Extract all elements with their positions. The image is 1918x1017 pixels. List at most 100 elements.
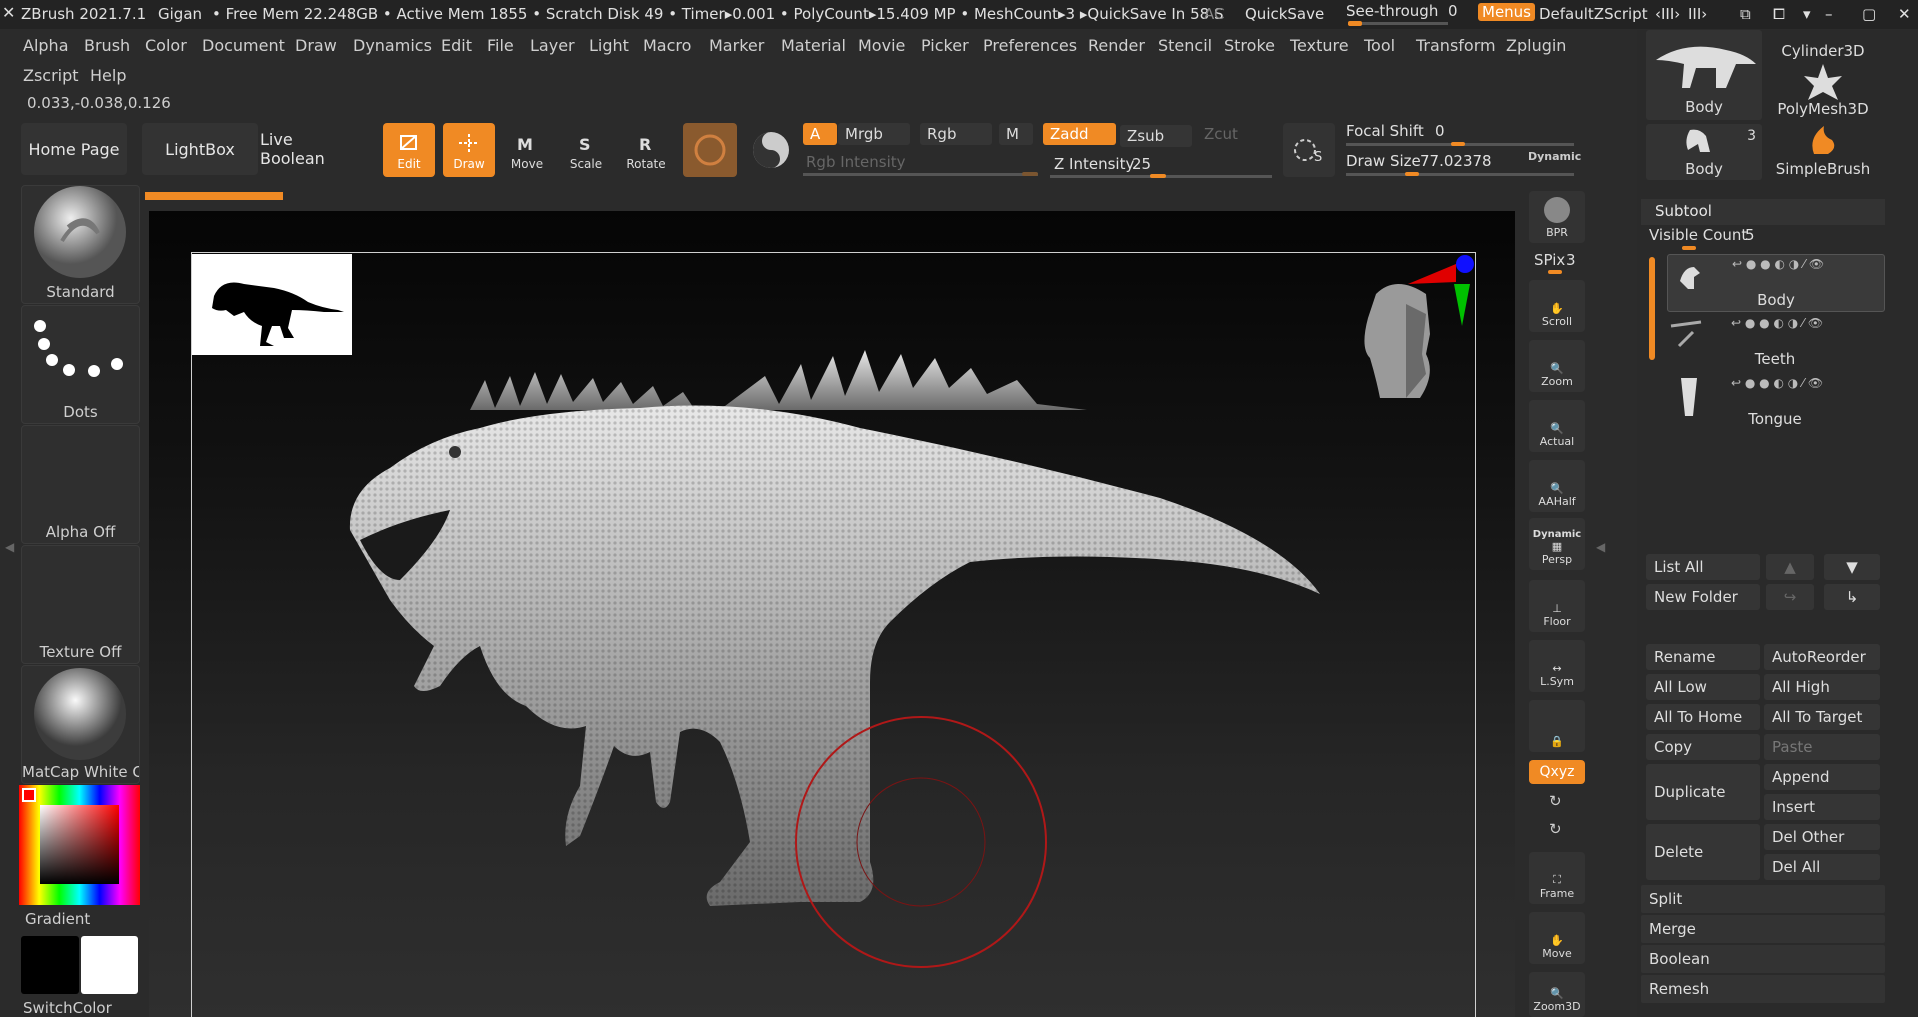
rgb-intensity-handle[interactable]	[1022, 172, 1038, 176]
append-button[interactable]: Append	[1764, 764, 1880, 790]
quicksave-button[interactable]: QuickSave	[1245, 5, 1324, 23]
stroke-thumbnail[interactable]: Dots	[21, 305, 140, 424]
persp-button[interactable]: Dynamic ▦ Persp	[1529, 518, 1585, 570]
insert-button[interactable]: Insert	[1764, 794, 1880, 820]
menu-file[interactable]: File	[487, 36, 514, 55]
menu-zscript[interactable]: Zscript	[23, 66, 79, 85]
paste-button[interactable]: Paste	[1764, 734, 1880, 760]
folder-down-icon[interactable]: ↳	[1824, 584, 1880, 610]
menu-marker[interactable]: Marker	[709, 36, 764, 55]
layout-left-icon[interactable]: ‹III›	[1655, 5, 1680, 23]
menu-transform[interactable]: Transform	[1416, 36, 1496, 55]
spix-label[interactable]: SPix	[1534, 251, 1565, 269]
draw-size-label[interactable]: Draw Size	[1346, 152, 1421, 170]
edit-mode-button[interactable]: Edit	[383, 123, 435, 177]
rgb-intensity-label[interactable]: Rgb Intensity	[806, 153, 906, 171]
list-all-button[interactable]: List All	[1646, 554, 1760, 580]
menu-color[interactable]: Color	[145, 36, 187, 55]
tool-thumb-cylinder3d[interactable]: Cylinder3D	[1764, 30, 1882, 60]
all-high-button[interactable]: All High	[1764, 674, 1880, 700]
frame-button[interactable]: ⛶ Frame	[1529, 852, 1585, 904]
material-thumbnail[interactable]: MatCap White C	[21, 665, 140, 784]
bpr-button[interactable]: BPR	[1529, 191, 1585, 243]
menu-stroke[interactable]: Stroke	[1224, 36, 1275, 55]
rotate-mode-button[interactable]: R Rotate	[620, 123, 672, 177]
draw-size-handle[interactable]	[1405, 172, 1419, 176]
a-toggle[interactable]: A	[803, 123, 837, 145]
dropdown-icon[interactable]: ▾	[1803, 5, 1811, 23]
remesh-section[interactable]: Remesh	[1641, 975, 1885, 1003]
scale-mode-button[interactable]: S Scale	[560, 123, 612, 177]
subtool-item-tongue[interactable]: ↩ ● ● ◐ ◑ ⁄ 👁 Tongue	[1667, 374, 1883, 430]
focal-shift-label[interactable]: Focal Shift	[1346, 122, 1424, 140]
menu-macro[interactable]: Macro	[643, 36, 691, 55]
menus-button[interactable]: Menus	[1478, 3, 1535, 21]
rotate-y-icon[interactable]: ↻	[1549, 792, 1562, 810]
menu-dynamics[interactable]: Dynamics	[353, 36, 432, 55]
focal-shift-handle[interactable]	[1451, 142, 1465, 146]
new-folder-button[interactable]: New Folder	[1646, 584, 1760, 610]
folder-up-icon[interactable]: ↪	[1766, 584, 1814, 610]
all-to-target-button[interactable]: All To Target	[1764, 704, 1880, 730]
spix-slider[interactable]	[1548, 270, 1562, 274]
switchcolor-label[interactable]: SwitchColor	[23, 999, 112, 1017]
minimize-icon[interactable]: –	[1825, 5, 1833, 23]
lazy-mouse-button[interactable]: S	[1283, 123, 1335, 177]
subtool-scrollbar[interactable]	[1649, 257, 1655, 360]
menu-zplugin[interactable]: Zplugin	[1506, 36, 1566, 55]
zadd-toggle[interactable]: Zadd	[1043, 123, 1116, 145]
all-to-home-button[interactable]: All To Home	[1646, 704, 1760, 730]
menu-stencil[interactable]: Stencil	[1158, 36, 1212, 55]
menu-tool[interactable]: Tool	[1364, 36, 1395, 55]
move-mode-button[interactable]: M Move	[501, 123, 553, 177]
split-section[interactable]: Split	[1641, 885, 1885, 913]
xyz-rotate-button[interactable]: Qxyz	[1529, 760, 1585, 784]
lsym-button[interactable]: ↔ L.Sym	[1529, 640, 1585, 692]
see-through-label[interactable]: See-through	[1346, 2, 1438, 20]
material-swatch-button[interactable]	[683, 123, 737, 177]
duplicate-button[interactable]: Duplicate	[1646, 764, 1760, 820]
subtool-header[interactable]: Subtool	[1641, 199, 1885, 225]
window-cascade-icon[interactable]: ⧠	[1773, 5, 1785, 23]
brush-thumbnail[interactable]: Standard	[21, 185, 140, 304]
draw-size-slider[interactable]	[1346, 173, 1574, 176]
home-page-button[interactable]: Home Page	[21, 123, 127, 175]
menu-preferences[interactable]: Preferences	[983, 36, 1077, 55]
window-icon[interactable]: ⧉	[1740, 5, 1751, 23]
collapse-left-icon[interactable]: ◀	[5, 540, 14, 554]
menu-edit[interactable]: Edit	[441, 36, 472, 55]
tool-thumb-polymesh3d[interactable]: PolyMesh3D	[1764, 62, 1882, 120]
layout-right-icon[interactable]: III›	[1688, 5, 1707, 23]
zoom-button[interactable]: 🔍 Zoom	[1529, 340, 1585, 392]
tool-thumb-body-3[interactable]: 3 Body	[1646, 124, 1762, 180]
aahalf-button[interactable]: 🔍 AAHalf	[1529, 460, 1585, 512]
alpha-thumbnail[interactable]: Alpha Off	[21, 425, 140, 544]
menu-movie[interactable]: Movie	[858, 36, 905, 55]
boolean-section[interactable]: Boolean	[1641, 945, 1885, 973]
menu-help[interactable]: Help	[90, 66, 126, 85]
visibility-controls-icon[interactable]: ↩ ● ● ◐ ◑ ⁄ 👁	[1731, 316, 1823, 330]
menu-alpha[interactable]: Alpha	[23, 36, 69, 55]
primary-color-swatch[interactable]	[21, 936, 79, 994]
secondary-color-swatch[interactable]	[81, 936, 138, 994]
menu-light[interactable]: Light	[589, 36, 629, 55]
menu-texture[interactable]: Texture	[1290, 36, 1349, 55]
rotate-z-icon[interactable]: ↻	[1549, 820, 1562, 838]
color-swatch-button[interactable]	[745, 123, 797, 177]
actual-button[interactable]: 🔍 Actual	[1529, 400, 1585, 452]
menu-render[interactable]: Render	[1088, 36, 1145, 55]
zoom3d-button[interactable]: 🔍 Zoom3D	[1529, 972, 1585, 1017]
menu-brush[interactable]: Brush	[84, 36, 130, 55]
rgb-intensity-slider[interactable]	[803, 173, 1038, 176]
rgb-toggle[interactable]: Rgb	[920, 123, 992, 145]
live-boolean-button[interactable]: Live Boolean	[260, 123, 360, 175]
visible-count-slider[interactable]	[1682, 246, 1696, 250]
move-view-button[interactable]: ✋ Move	[1529, 912, 1585, 964]
visibility-controls-icon[interactable]: ↩ ● ● ◐ ◑ ⁄ 👁	[1731, 376, 1823, 390]
all-low-button[interactable]: All Low	[1646, 674, 1760, 700]
del-all-button[interactable]: Del All	[1764, 854, 1880, 880]
menu-picker[interactable]: Picker	[921, 36, 969, 55]
maximize-icon[interactable]: ▢	[1862, 5, 1876, 23]
lightbox-button[interactable]: LightBox	[142, 123, 258, 175]
zcut-toggle[interactable]: Zcut	[1197, 123, 1269, 145]
